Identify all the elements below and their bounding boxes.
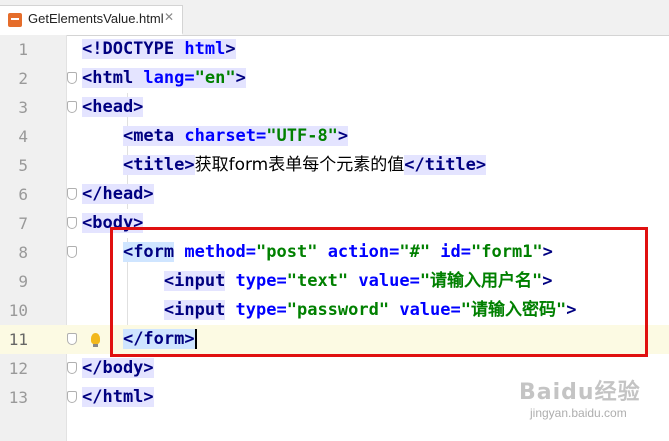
close-tab-icon[interactable]: ✕ [164, 10, 174, 24]
html-file-icon [8, 13, 22, 27]
code-text: <!DOCTYPE html> [82, 39, 236, 59]
code-text: <body> [82, 213, 144, 233]
line-number: 3 [18, 98, 28, 117]
line-number: 6 [18, 185, 28, 204]
watermark-logo: Baidu经验 [519, 380, 641, 405]
code-text: <meta charset="UTF-8"> [122, 126, 349, 146]
line-number: 13 [8, 388, 28, 407]
code-text: <head> [82, 97, 144, 117]
code-text: <input type="password" value="请输入密码"> [163, 300, 577, 320]
code-text: <input type="text" value="请输入用户名"> [163, 271, 553, 291]
code-line[interactable]: 2 <html lang="en"> [0, 64, 669, 93]
fold-marker-icon[interactable] [67, 333, 77, 345]
line-number: 1 [18, 40, 28, 59]
code-line[interactable]: 5 <title>获取form表单每个元素的值</title> [0, 151, 669, 180]
code-line[interactable]: 3 <head> [0, 93, 669, 122]
code-text: </html> [82, 387, 154, 407]
line-number: 10 [8, 301, 28, 320]
code-text: </form> [82, 325, 197, 354]
line-number: 9 [18, 272, 28, 291]
fold-marker-icon[interactable] [67, 391, 77, 403]
line-number: 8 [18, 243, 28, 262]
fold-marker-icon[interactable] [67, 362, 77, 374]
code-line[interactable]: 1 <!DOCTYPE html> [0, 35, 669, 64]
fold-marker-icon[interactable] [67, 217, 77, 229]
code-text: </head> [82, 184, 154, 204]
code-text: </body> [82, 358, 154, 378]
fold-marker-icon[interactable] [67, 72, 77, 84]
line-number: 7 [18, 214, 28, 233]
text-caret: </form> [122, 329, 197, 349]
line-number: 11 [8, 330, 28, 349]
fold-marker-icon[interactable] [67, 188, 77, 200]
fold-marker-icon[interactable] [67, 101, 77, 113]
line-number: 12 [8, 359, 28, 378]
line-number: 2 [18, 69, 28, 88]
fold-marker-icon[interactable] [67, 246, 77, 258]
file-tab-label: GetElementsValue.html [28, 11, 164, 26]
editor-tab-bar: GetElementsValue.html ✕ [0, 0, 669, 36]
code-line[interactable]: 9 <input type="text" value="请输入用户名"> [0, 267, 669, 296]
code-text: <html lang="en"> [82, 68, 246, 88]
code-line-current[interactable]: 11 </form> [0, 325, 669, 354]
line-number: 4 [18, 127, 28, 146]
code-text: <form method="post" action="#" id="form1… [122, 242, 553, 262]
file-tab[interactable]: GetElementsValue.html ✕ [0, 5, 183, 35]
code-line[interactable]: 4 <meta charset="UTF-8"> [0, 122, 669, 151]
code-text: <title>获取form表单每个元素的值</title> [122, 155, 487, 175]
code-line[interactable]: 8 <form method="post" action="#" id="for… [0, 238, 669, 267]
line-number: 5 [18, 156, 28, 175]
watermark-url: jingyan.baidu.com [530, 406, 627, 420]
code-line[interactable]: 6 </head> [0, 180, 669, 209]
code-line[interactable]: 10 <input type="password" value="请输入密码"> [0, 296, 669, 325]
code-line[interactable]: 7 <body> [0, 209, 669, 238]
